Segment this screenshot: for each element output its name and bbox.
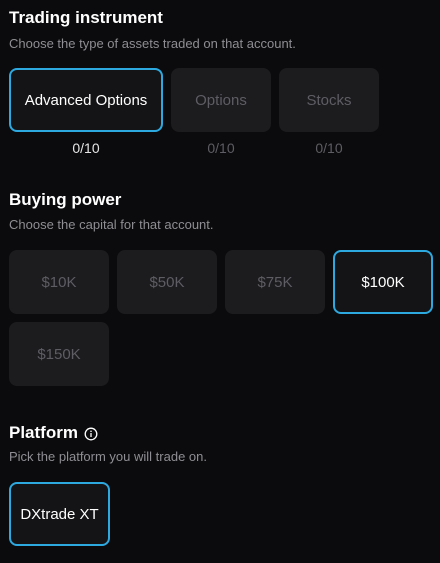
buying-power-option-label: $10K bbox=[41, 273, 77, 291]
buying-power-title-text: Buying power bbox=[9, 190, 122, 209]
instrument-option-label: Stocks bbox=[306, 91, 352, 109]
trading-instrument-title-text: Trading instrument bbox=[9, 8, 163, 27]
platform-subtitle: Pick the platform you will trade on. bbox=[9, 449, 207, 464]
instrument-option-label: Options bbox=[195, 91, 247, 109]
platform-option-label: DXtrade XT bbox=[20, 505, 99, 523]
instrument-option-stocks[interactable]: Stocks bbox=[279, 68, 379, 132]
buying-power-option-label: $50K bbox=[149, 273, 185, 291]
platform-title: Platform bbox=[9, 423, 98, 443]
buying-power-option-label: $100K bbox=[361, 273, 405, 291]
trading-instrument-title: Trading instrument bbox=[9, 8, 163, 28]
platform-title-text: Platform bbox=[9, 423, 78, 442]
instrument-option-options[interactable]: Options bbox=[171, 68, 271, 132]
buying-power-option-150k[interactable]: $150K bbox=[9, 322, 109, 386]
info-circle-icon[interactable] bbox=[84, 426, 98, 441]
buying-power-title: Buying power bbox=[9, 190, 121, 210]
instrument-count-advanced-options: 0/10 bbox=[72, 140, 100, 156]
buying-power-option-label: $150K bbox=[37, 345, 81, 363]
instrument-option-label: Advanced Options bbox=[24, 91, 148, 109]
buying-power-option-75k[interactable]: $75K bbox=[225, 250, 325, 314]
trading-instrument-subtitle: Choose the type of assets traded on that… bbox=[9, 36, 296, 51]
instrument-count-stocks: 0/10 bbox=[315, 140, 343, 156]
buying-power-subtitle: Choose the capital for that account. bbox=[9, 217, 214, 232]
instrument-option-advanced-options[interactable]: Advanced Options bbox=[9, 68, 163, 132]
buying-power-option-10k[interactable]: $10K bbox=[9, 250, 109, 314]
buying-power-option-label: $75K bbox=[257, 273, 293, 291]
buying-power-option-50k[interactable]: $50K bbox=[117, 250, 217, 314]
buying-power-option-100k[interactable]: $100K bbox=[333, 250, 433, 314]
instrument-count-options: 0/10 bbox=[207, 140, 235, 156]
platform-option-dxtrade-xt[interactable]: DXtrade XT bbox=[9, 482, 110, 546]
